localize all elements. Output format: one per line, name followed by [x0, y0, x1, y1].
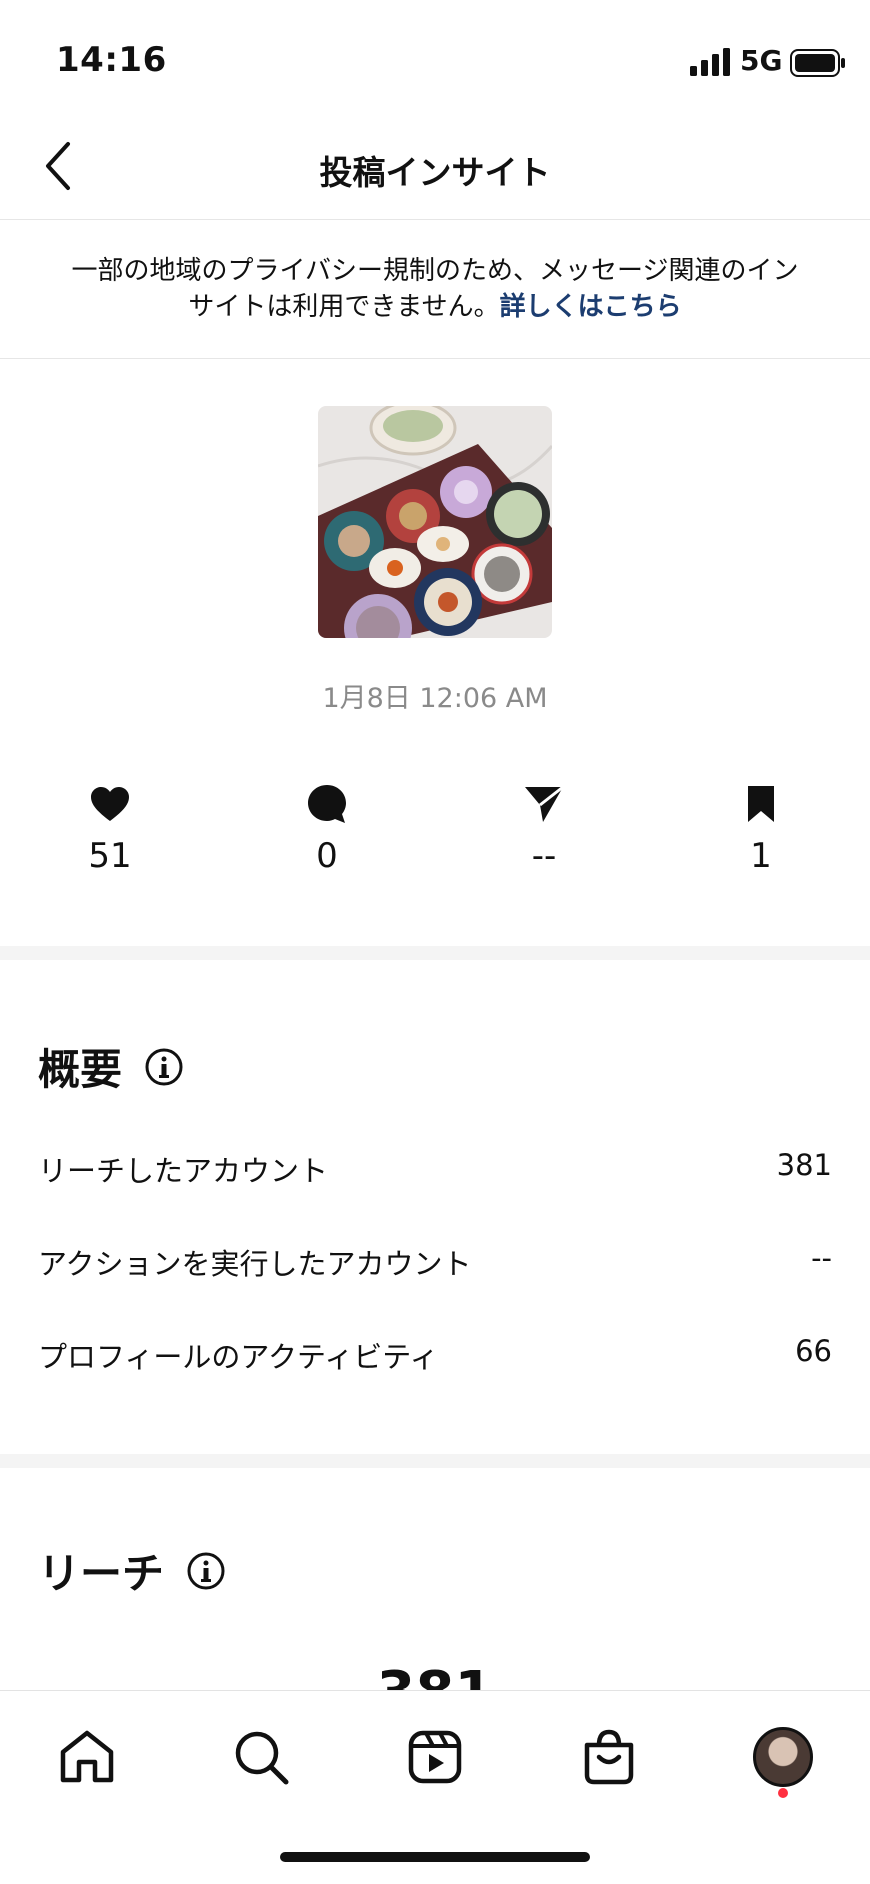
overview-row-profile-activity[interactable]: プロフィールのアクティビティ 66: [38, 1334, 832, 1376]
tab-reels[interactable]: [390, 1717, 480, 1797]
home-icon: [60, 1730, 114, 1783]
battery-icon: [790, 49, 845, 77]
overview-heading: 概要: [38, 1045, 123, 1094]
saves-count: 1: [750, 836, 772, 876]
overview-row-reach[interactable]: リーチしたアカウント 381: [38, 1148, 832, 1190]
tab-profile[interactable]: [738, 1717, 828, 1797]
status-bar: 14:16 5G: [0, 0, 870, 110]
share-icon: [525, 785, 564, 822]
tab-search[interactable]: [216, 1717, 306, 1797]
row-value: --: [811, 1241, 832, 1275]
row-value: 66: [795, 1334, 832, 1368]
avatar: [753, 1727, 813, 1787]
heart-icon: [91, 787, 129, 821]
header: 投稿インサイト: [0, 110, 870, 220]
info-icon[interactable]: [144, 1047, 184, 1087]
comments-stat: 0: [267, 780, 387, 876]
post-date: 1月8日 12:06 AM: [322, 683, 548, 714]
reach-heading: リーチ: [38, 1549, 165, 1598]
page-title: 投稿インサイト: [319, 153, 551, 192]
likes-stat: 51: [50, 780, 170, 876]
bookmark-icon: [748, 786, 774, 822]
network-label: 5G: [740, 44, 783, 77]
post-thumbnail[interactable]: [318, 406, 552, 638]
comment-icon: [308, 785, 346, 823]
tab-shop[interactable]: [564, 1717, 654, 1797]
comments-count: 0: [316, 836, 338, 876]
shares-stat: --: [484, 780, 604, 876]
row-label: プロフィールのアクティビティ: [38, 1340, 439, 1374]
notice-text: 一部の地域のプライバシー規制のため、メッセージ関連のインサイトは利用できません。: [71, 256, 799, 322]
engagement-stats: 51 0 -- 1: [0, 780, 870, 890]
overview-row-actions[interactable]: アクションを実行したアカウント --: [38, 1241, 832, 1283]
info-icon[interactable]: [186, 1551, 226, 1591]
privacy-notice: 一部の地域のプライバシー規制のため、メッセージ関連のインサイトは利用できません。…: [0, 221, 870, 359]
saves-stat: 1: [701, 780, 821, 876]
shop-icon: [584, 1729, 634, 1785]
row-label: リーチしたアカウント: [38, 1154, 329, 1188]
food-photo: [318, 406, 552, 638]
home-indicator: [280, 1852, 590, 1862]
row-value: 381: [776, 1148, 832, 1182]
search-icon: [235, 1731, 289, 1785]
tab-home[interactable]: [42, 1717, 132, 1797]
section-divider: [0, 1454, 870, 1468]
likes-count: 51: [88, 836, 132, 876]
signal-icon: [690, 48, 730, 76]
section-divider: [0, 946, 870, 960]
learn-more-link[interactable]: 詳しくはこちら: [500, 292, 682, 322]
reels-icon: [408, 1730, 462, 1784]
status-time: 14:16: [56, 40, 167, 80]
reach-title: リーチ: [38, 1540, 226, 1601]
overview-title: 概要: [38, 1036, 184, 1097]
shares-count: --: [531, 836, 557, 876]
row-label: アクションを実行したアカウント: [38, 1247, 472, 1281]
notification-dot: [778, 1788, 788, 1798]
